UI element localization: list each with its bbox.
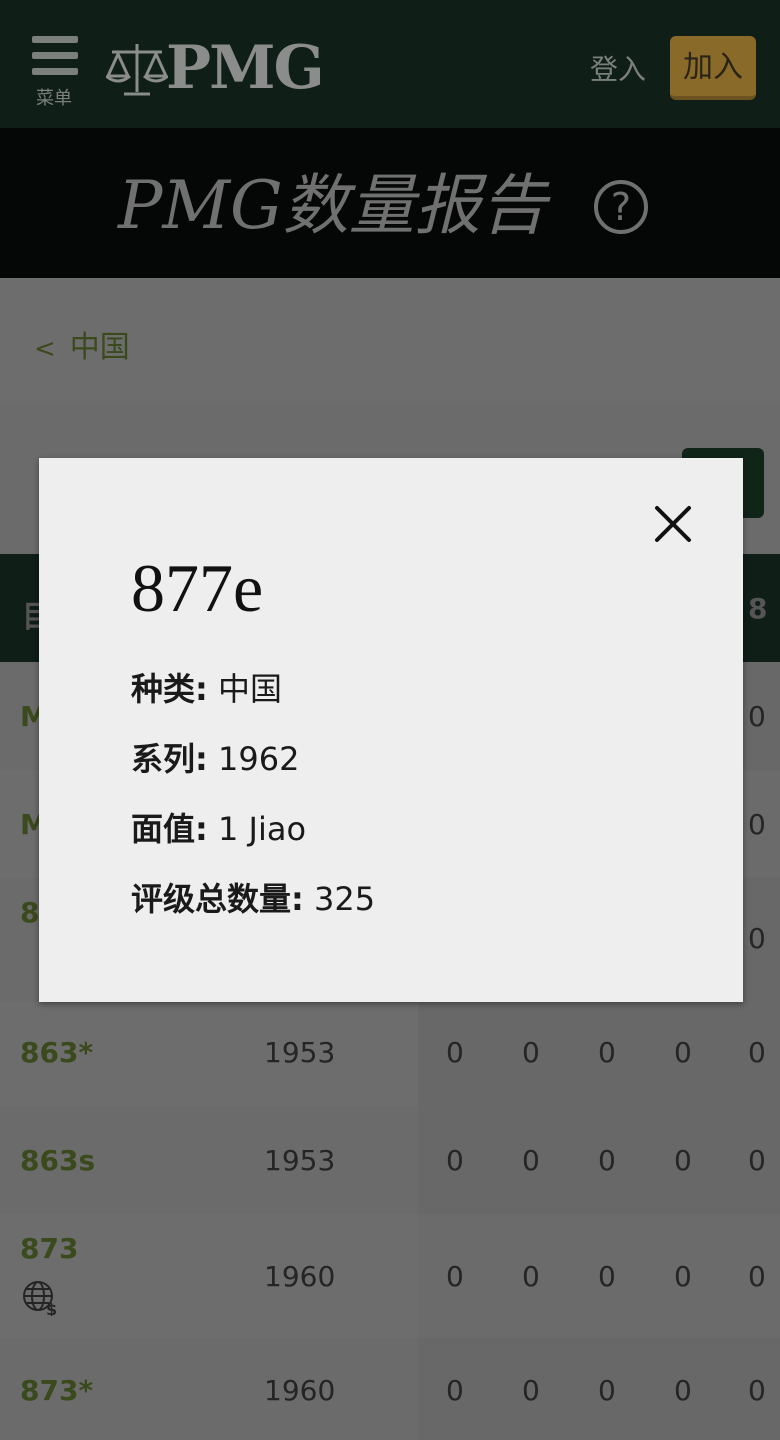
scales-logo-icon <box>106 44 168 96</box>
count-cell: 0 <box>748 700 766 733</box>
field-label: 面值: <box>131 810 208 848</box>
count-cell: 0 <box>598 1144 616 1177</box>
menu-icon <box>32 36 78 84</box>
count-cell: 0 <box>748 808 766 841</box>
field-denomination: 面值: 1 Jiao <box>131 804 306 850</box>
row-year: 1960 <box>264 1374 336 1407</box>
row-number[interactable]: 873 <box>20 1232 78 1265</box>
row-counts: 0 0 0 0 0 <box>418 1002 780 1106</box>
field-value: 1 Jiao <box>207 810 307 848</box>
field-label: 系列: <box>131 740 208 778</box>
count-cell: 0 <box>446 1036 464 1069</box>
count-cell: 0 <box>522 1036 540 1069</box>
count-cell: 0 <box>674 1036 692 1069</box>
field-total-graded: 评级总数量: 325 <box>131 874 375 920</box>
row-number[interactable]: 863s <box>20 1144 95 1177</box>
count-cell: 0 <box>748 1036 766 1069</box>
menu-label: 菜单 <box>36 88 72 109</box>
table-row[interactable]: 873* 1960 0 0 0 0 0 <box>0 1338 780 1440</box>
row-number[interactable]: 8 <box>20 896 39 929</box>
count-cell: 0 <box>748 922 766 955</box>
field-label: 种类: <box>131 670 208 708</box>
row-counts: 0 0 0 0 0 <box>418 1106 780 1214</box>
table-row[interactable]: 863* 1953 0 0 0 0 0 <box>0 1002 780 1106</box>
field-label: 评级总数量: <box>131 880 304 918</box>
join-button[interactable]: 加入 <box>670 36 756 100</box>
detail-modal: 877e 种类: 中国 系列: 1962 面值: 1 Jiao 评级总数量: 3… <box>39 458 743 1002</box>
breadcrumb-label: 中国 <box>69 330 130 365</box>
row-counts: 0 0 0 0 0 <box>418 1214 780 1338</box>
help-icon[interactable]: ? <box>594 180 648 234</box>
row-year: 1953 <box>264 1036 336 1069</box>
field-value: 325 <box>303 880 376 918</box>
row-number[interactable]: 863* <box>20 1036 93 1069</box>
modal-title: 877e <box>131 550 264 626</box>
count-cell: 0 <box>748 1144 766 1177</box>
count-cell: 0 <box>598 1036 616 1069</box>
count-cell: 0 <box>446 1144 464 1177</box>
close-icon[interactable] <box>651 502 695 546</box>
svg-text:$: $ <box>46 1300 57 1316</box>
row-counts: 0 0 0 0 0 <box>418 1338 780 1440</box>
breadcrumb[interactable]: < 中国 <box>34 322 130 366</box>
field-value: 中国 <box>207 670 282 708</box>
count-cell: 0 <box>748 1374 766 1407</box>
count-cell: 0 <box>674 1260 692 1293</box>
menu-button[interactable]: 菜单 <box>28 34 84 112</box>
row-year: 1953 <box>264 1144 336 1177</box>
pmg-logo[interactable]: PMG <box>106 36 326 100</box>
row-number[interactable]: 873* <box>20 1374 93 1407</box>
field-value: 1962 <box>207 740 300 778</box>
login-link[interactable]: 登入 <box>590 48 646 88</box>
count-cell: 0 <box>446 1260 464 1293</box>
count-cell: 0 <box>522 1144 540 1177</box>
table-row[interactable]: 863s 1953 0 0 0 0 0 <box>0 1106 780 1214</box>
back-chevron-icon: < <box>34 334 56 364</box>
table-row[interactable]: 873 $ 1960 0 0 0 0 0 <box>0 1214 780 1338</box>
globe-dollar-icon[interactable]: $ <box>22 1280 58 1316</box>
field-category: 种类: 中国 <box>131 664 282 710</box>
logo-text: PMG <box>166 33 325 103</box>
count-cell: 0 <box>446 1374 464 1407</box>
count-cell: 0 <box>674 1374 692 1407</box>
count-cell: 0 <box>598 1374 616 1407</box>
field-series: 系列: 1962 <box>131 734 299 780</box>
count-cell: 0 <box>748 1260 766 1293</box>
count-cell: 0 <box>522 1374 540 1407</box>
count-cell: 0 <box>598 1260 616 1293</box>
table-header-right: 8 <box>748 592 768 625</box>
row-year: 1960 <box>264 1260 336 1293</box>
count-cell: 0 <box>674 1144 692 1177</box>
count-cell: 0 <box>522 1260 540 1293</box>
page-title: PMG数量报告 <box>118 167 547 244</box>
